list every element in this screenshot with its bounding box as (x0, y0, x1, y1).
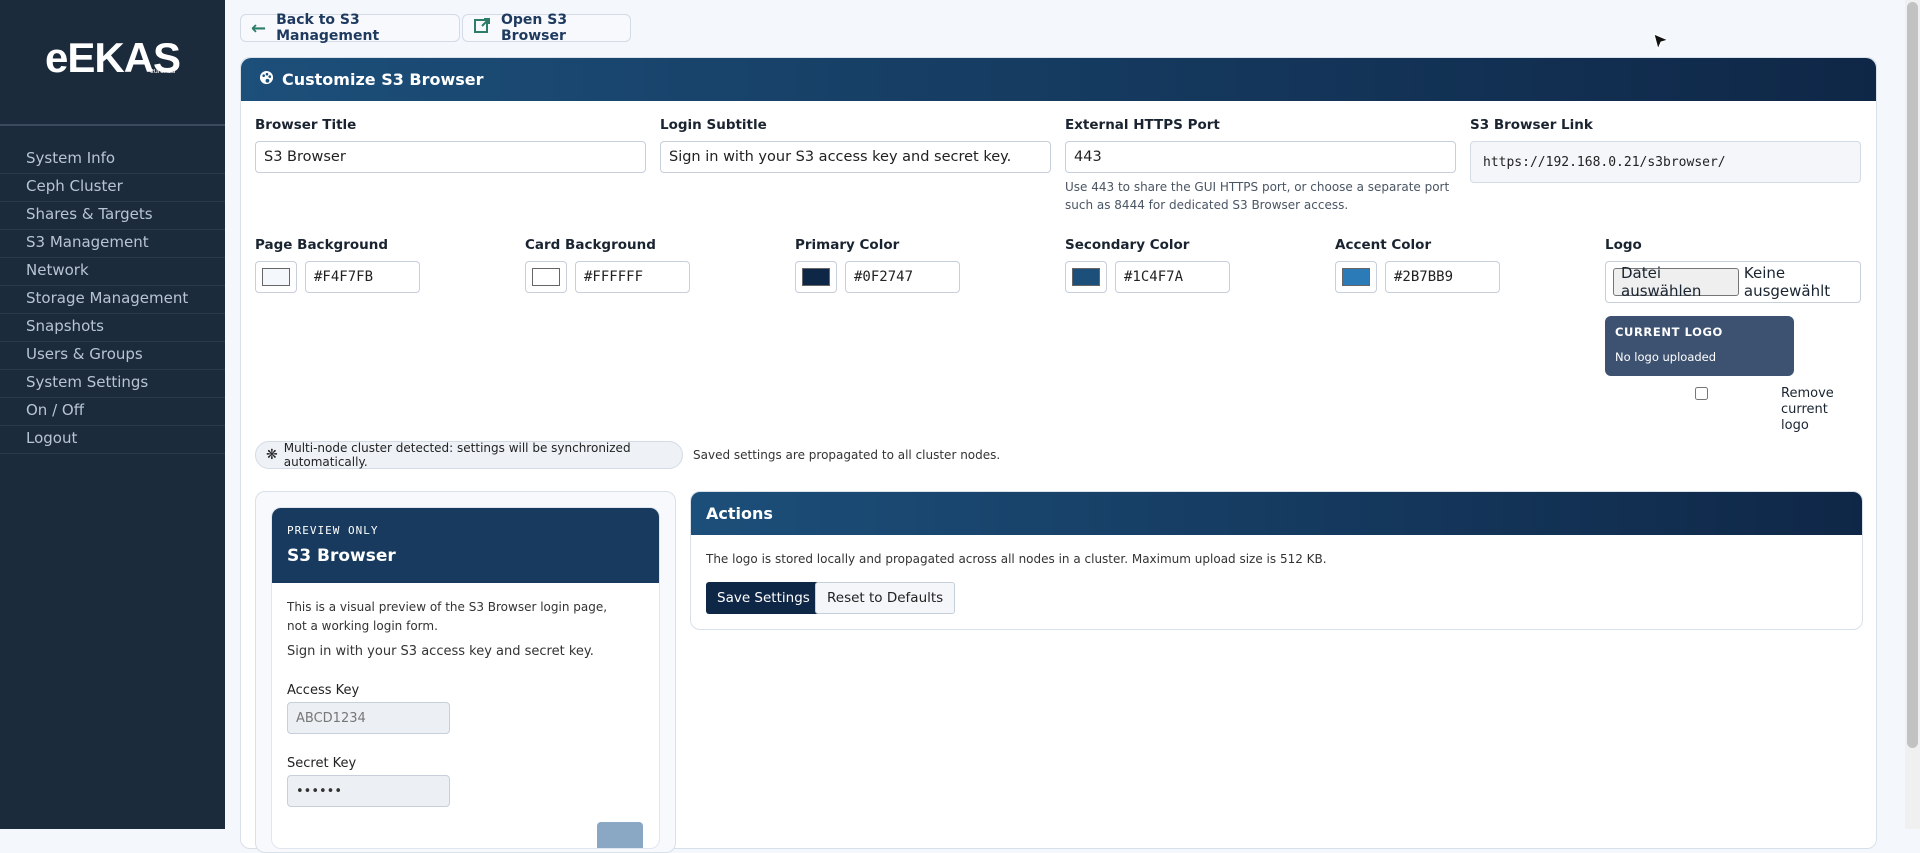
sidebar-item-ceph-cluster[interactable]: Ceph Cluster (0, 174, 225, 202)
logo-area: eEKAS euronas (0, 0, 225, 126)
cluster-banner: ❋ Multi-node cluster detected: settings … (255, 441, 683, 469)
page-background-input[interactable]: #F4F7FB (305, 261, 420, 293)
preview-header: PREVIEW ONLY S3 Browser (272, 508, 659, 583)
https-port-input[interactable]: 443 (1065, 141, 1456, 173)
cluster-icon: ❋ (266, 447, 278, 463)
login-subtitle-input[interactable]: Sign in with your S3 access key and secr… (660, 141, 1051, 173)
back-to-s3-management-button[interactable]: ← Back to S3 Management (240, 12, 460, 44)
preview-access-key-label: Access Key (287, 683, 360, 698)
accent-color-input[interactable]: #2B7BB9 (1385, 261, 1500, 293)
logo-label: Logo (1605, 237, 1642, 253)
open-button-label: Open S3 Browser (501, 12, 568, 44)
primary-color-swatch[interactable] (795, 261, 837, 293)
accent-color-label: Accent Color (1335, 237, 1432, 253)
arrow-left-icon: ← (251, 17, 267, 39)
preview-tag: PREVIEW ONLY (287, 524, 379, 537)
sidebar-item-on-off[interactable]: On / Off (0, 398, 225, 426)
sidebar-item-snapshots[interactable]: Snapshots (0, 314, 225, 342)
customize-card-header: Customize S3 Browser (241, 58, 1876, 101)
https-port-hint: Use 443 to share the GUI HTTPS port, or … (1065, 180, 1450, 212)
mouse-cursor-icon (1652, 32, 1670, 56)
preview-subtitle: Sign in with your S3 access key and secr… (287, 644, 594, 659)
browser-title-input[interactable]: S3 Browser (255, 141, 646, 173)
browser-title-label: Browser Title (255, 117, 357, 133)
secondary-color-input[interactable]: #1C4F7A (1115, 261, 1230, 293)
sidebar-item-logout[interactable]: Logout (0, 426, 225, 454)
s3-browser-link-field[interactable]: https://192.168.0.21/s3browser/ (1470, 141, 1861, 183)
preview-secret-key-input: •••••• (287, 775, 450, 807)
external-link-icon (473, 17, 491, 40)
actions-header: Actions (691, 492, 1862, 535)
page-scrollbar[interactable] (1905, 0, 1920, 829)
palette-icon (259, 70, 274, 89)
actions-note: The logo is stored locally and propagate… (706, 552, 1327, 566)
save-settings-button[interactable]: Save Settings (706, 582, 821, 614)
sidebar-item-storage-management[interactable]: Storage Management (0, 286, 225, 314)
preview-panel: PREVIEW ONLY S3 Browser This is a visual… (255, 491, 676, 853)
preview-title: S3 Browser (287, 546, 396, 566)
remove-logo-label: Remove current logo (1781, 386, 1834, 433)
cluster-note: Saved settings are propagated to all clu… (693, 448, 1001, 462)
accent-color-swatch[interactable] (1335, 261, 1377, 293)
open-s3-browser-button[interactable]: Open S3 Browser (462, 12, 631, 44)
no-file-text: Keine ausgewählt (1743, 264, 1831, 300)
page-background-swatch[interactable] (255, 261, 297, 293)
primary-color-label: Primary Color (795, 237, 900, 253)
sidebar-nav: System Info Ceph Cluster Shares & Target… (0, 146, 225, 454)
logo-file-input[interactable]: Datei auswählen Keine ausgewählt (1605, 261, 1861, 303)
customize-card: Customize S3 Browser Browser Title S3 Br… (240, 57, 1877, 853)
sidebar-item-s3-management[interactable]: S3 Management (0, 230, 225, 258)
card-background-swatch[interactable] (525, 261, 567, 293)
page-background-label: Page Background (255, 237, 389, 253)
current-logo-box: CURRENT LOGO No logo uploaded (1605, 316, 1794, 376)
remove-logo-checkbox[interactable] (1695, 387, 1708, 400)
choose-file-button[interactable]: Datei auswählen (1613, 264, 1739, 300)
cluster-banner-text: Multi-node cluster detected: settings wi… (283, 441, 631, 469)
customize-title: Customize S3 Browser (282, 70, 484, 89)
sidebar-item-users-groups[interactable]: Users & Groups (0, 342, 225, 370)
preview-signin-button (597, 822, 643, 848)
preview-card: PREVIEW ONLY S3 Browser This is a visual… (271, 507, 660, 849)
scrollbar-thumb[interactable] (1907, 2, 1918, 748)
secondary-color-label: Secondary Color (1065, 237, 1190, 253)
card-background-label: Card Background (525, 237, 656, 253)
actions-card: Actions The logo is stored locally and p… (690, 491, 1863, 630)
preview-secret-key-label: Secret Key (287, 756, 357, 771)
primary-color-input[interactable]: #0F2747 (845, 261, 960, 293)
reset-defaults-button[interactable]: Reset to Defaults (815, 582, 956, 614)
https-port-label: External HTTPS Port (1065, 117, 1220, 133)
login-subtitle-label: Login Subtitle (660, 117, 767, 133)
s3-browser-link-label: S3 Browser Link (1470, 117, 1593, 133)
sidebar-item-system-settings[interactable]: System Settings (0, 370, 225, 398)
sidebar-item-shares-targets[interactable]: Shares & Targets (0, 202, 225, 230)
preview-access-key-input: ABCD1234 (287, 702, 450, 734)
back-button-label: Back to S3 Management (276, 12, 380, 44)
sidebar: eEKAS euronas System Info Ceph Cluster S… (0, 0, 225, 829)
sidebar-item-system-info[interactable]: System Info (0, 146, 225, 174)
preview-note: This is a visual preview of the S3 Brows… (287, 600, 608, 633)
brand-logo-sub: euronas (150, 68, 176, 75)
card-background-input[interactable]: #FFFFFF (575, 261, 690, 293)
current-logo-title: CURRENT LOGO (1615, 325, 1723, 339)
sidebar-item-network[interactable]: Network (0, 258, 225, 286)
current-logo-text: No logo uploaded (1615, 350, 1717, 364)
secondary-color-swatch[interactable] (1065, 261, 1107, 293)
main-content: ← Back to S3 Management Open S3 Browser … (225, 0, 1920, 853)
